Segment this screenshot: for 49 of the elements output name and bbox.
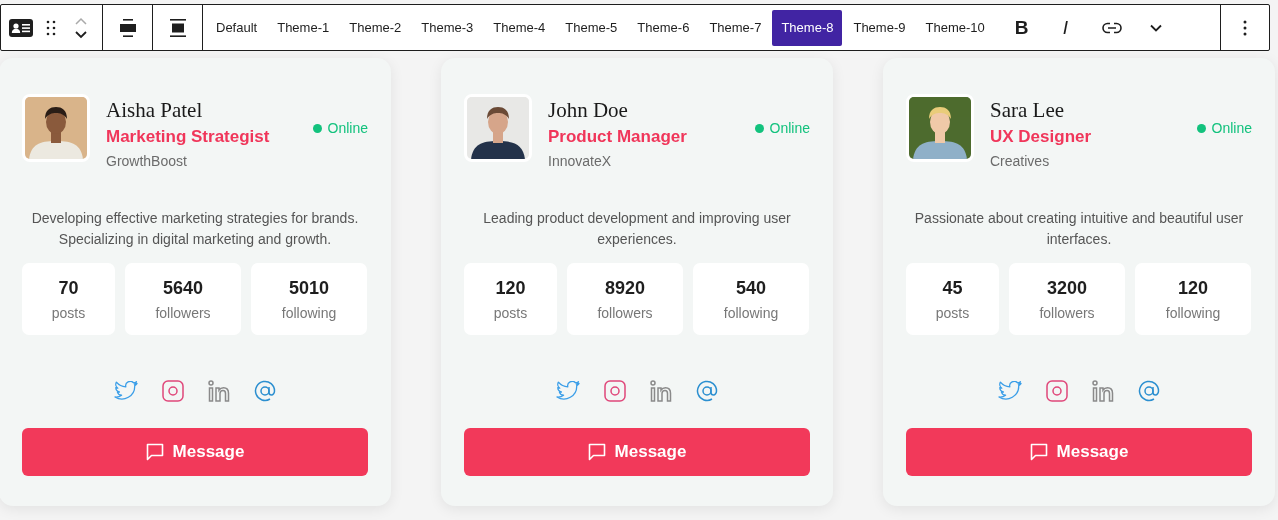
- status-label: Online: [327, 120, 368, 136]
- status-label: Online: [1211, 120, 1252, 136]
- stat-label: followers: [155, 304, 211, 321]
- job-title: UX Designer: [990, 126, 1092, 148]
- stat-value: 5640: [162, 277, 203, 299]
- stat-value: 540: [735, 277, 766, 299]
- company-name: Creatives: [990, 152, 1051, 171]
- stat-value: 120: [495, 277, 526, 299]
- company-name: GrowthBoost: [106, 152, 188, 171]
- bio-text: Developing effective marketing strategies for brands. Specializing in digital marketing and growth.: [30, 209, 360, 249]
- person-name: Aisha Patel: [106, 97, 204, 124]
- person-name: Sara Lee: [990, 97, 1066, 124]
- stat-value: 70: [58, 277, 79, 299]
- stat-label: posts: [493, 304, 528, 321]
- stat-label: followers: [597, 304, 653, 321]
- theme-tab[interactable]: Theme-2: [340, 9, 411, 46]
- bio-text: Leading product development and improving user experiences.: [482, 209, 792, 249]
- theme-tab[interactable]: Theme-8: [772, 9, 843, 46]
- theme-tab[interactable]: Default: [207, 9, 267, 46]
- stat-label: following: [1165, 304, 1221, 321]
- message-button[interactable]: Message: [464, 428, 810, 476]
- stat-value: 120: [1177, 277, 1208, 299]
- job-title: Marketing Strategist: [106, 126, 270, 148]
- person-name: John Doe: [548, 97, 629, 124]
- italic-button[interactable]: I: [1047, 9, 1084, 46]
- company-name: InnovateX: [548, 152, 613, 171]
- theme-tab[interactable]: Theme-1: [268, 9, 339, 46]
- stat-value: 3200: [1046, 277, 1087, 299]
- theme-tab[interactable]: Theme-10: [916, 9, 994, 46]
- message-button[interactable]: Message: [22, 428, 368, 476]
- theme-tab[interactable]: Theme-7: [700, 9, 771, 46]
- status-label: Online: [769, 120, 810, 136]
- stat-label: posts: [51, 304, 86, 321]
- stat-label: posts: [935, 304, 970, 321]
- message-button[interactable]: Message: [906, 428, 1252, 476]
- theme-tab[interactable]: Theme-3: [412, 9, 483, 46]
- theme-tab[interactable]: Theme-9: [844, 9, 915, 46]
- stat-label: following: [281, 304, 337, 321]
- theme-tab[interactable]: Theme-4: [484, 9, 555, 46]
- bio-text: Passionate about creating intuitive and beautiful user interfaces.: [913, 209, 1245, 249]
- theme-tab[interactable]: Theme-6: [628, 9, 699, 46]
- stat-value: 5010: [288, 277, 329, 299]
- theme-tab[interactable]: Theme-5: [556, 9, 627, 46]
- stat-label: following: [723, 304, 779, 321]
- bold-button[interactable]: B: [1003, 9, 1040, 46]
- stat-value: 45: [942, 277, 963, 299]
- job-title: Product Manager: [548, 126, 687, 148]
- stat-value: 8920: [604, 277, 645, 299]
- stat-label: followers: [1039, 304, 1095, 321]
